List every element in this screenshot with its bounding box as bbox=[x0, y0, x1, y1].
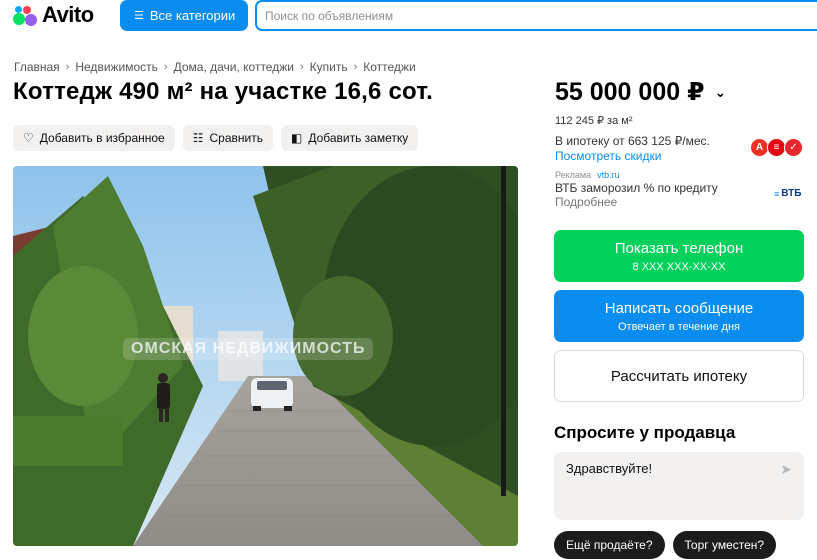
breadcrumb-item[interactable]: Коттеджи bbox=[363, 60, 415, 74]
ad-text: ВТБ заморозил % по кредиту bbox=[555, 181, 718, 195]
avito-logo[interactable]: Avito bbox=[12, 2, 94, 28]
seller-message-value: Здравствуйте! bbox=[566, 461, 653, 476]
compare-icon: ☷ bbox=[192, 131, 204, 145]
search-placeholder: Поиск по объявлениям bbox=[265, 8, 394, 23]
ad-more-link[interactable]: Подробнее bbox=[555, 195, 718, 209]
breadcrumb: Главная › Недвижимость › Дома, дачи, кот… bbox=[14, 60, 416, 74]
breadcrumb-item[interactable]: Купить bbox=[310, 60, 348, 74]
show-phone-label: Показать телефон bbox=[614, 239, 744, 257]
compare-button[interactable]: ☷ Сравнить bbox=[182, 125, 273, 151]
masked-phone: 8 XXX XXX-XX-XX bbox=[632, 260, 726, 273]
add-note-button[interactable]: ◧ Добавить заметку bbox=[280, 125, 419, 151]
response-time: Отвечает в течение дня bbox=[617, 320, 741, 333]
ad-label-text: Реклама bbox=[555, 170, 592, 180]
chevron-right-icon: › bbox=[353, 61, 358, 73]
chevron-right-icon: › bbox=[163, 61, 168, 73]
send-icon[interactable]: ➤ bbox=[780, 461, 792, 478]
quick-question-chip[interactable]: Торг уместен? bbox=[672, 531, 777, 559]
all-categories-button[interactable]: ☰ Все категории bbox=[120, 0, 248, 31]
vtb-stripes-icon: ≡ bbox=[774, 188, 780, 199]
listing-photo[interactable]: ОМСКАЯ НЕДВИЖИМОСТЬ bbox=[13, 166, 518, 546]
price-per-m2: 112 245 ₽ за м² bbox=[555, 115, 633, 127]
breadcrumb-item[interactable]: Недвижимость bbox=[75, 60, 158, 74]
seller-message-field[interactable]: Здравствуйте! ➤ bbox=[554, 452, 804, 520]
ad-source-link[interactable]: vtb.ru bbox=[597, 170, 620, 180]
ask-seller-heading: Спросите у продавца bbox=[554, 423, 736, 442]
quick-question-chip[interactable]: Ещё продаёте? bbox=[554, 531, 665, 559]
favorites-label: Добавить в избранное bbox=[39, 131, 165, 145]
breadcrumb-item[interactable]: Дома, дачи, коттеджи bbox=[174, 60, 294, 74]
ad-block[interactable]: ВТБ заморозил % по кредиту Подробнее bbox=[555, 181, 718, 209]
discounts-link[interactable]: Посмотреть скидки bbox=[555, 149, 710, 164]
bank-logo-icon: ✓ bbox=[784, 138, 803, 157]
breadcrumb-item[interactable]: Главная bbox=[14, 60, 60, 74]
compare-label: Сравнить bbox=[209, 131, 263, 145]
chevron-right-icon: › bbox=[65, 61, 70, 73]
listing-actions: ♡ Добавить в избранное ☷ Сравнить ◧ Доба… bbox=[13, 125, 419, 151]
add-to-favorites-button[interactable]: ♡ Добавить в избранное bbox=[13, 125, 175, 151]
all-categories-label: Все категории bbox=[149, 8, 236, 23]
price-value: 55 000 000 ₽ bbox=[555, 78, 705, 106]
page-title: Коттедж 490 м² на участке 16,6 сот. bbox=[13, 78, 433, 105]
chevron-down-icon: ⌄ bbox=[714, 83, 727, 100]
search-input[interactable]: Поиск по объявлениям bbox=[255, 0, 817, 31]
quick-questions: Ещё продаёте? Торг уместен? bbox=[554, 531, 777, 559]
write-message-button[interactable]: Написать сообщение Отвечает в течение дн… bbox=[554, 290, 804, 342]
calculate-mortgage-button[interactable]: Рассчитать ипотеку bbox=[554, 350, 804, 402]
mortgage-text: В ипотеку от 663 125 ₽/мес. bbox=[555, 134, 710, 148]
show-phone-button[interactable]: Показать телефон 8 XXX XXX-XX-XX bbox=[554, 230, 804, 282]
chevron-right-icon: › bbox=[299, 61, 304, 73]
vtb-logo: ≡ ВТБ bbox=[774, 188, 801, 199]
vtb-logo-text: ВТБ bbox=[781, 188, 802, 199]
top-header: Avito ☰ Все категории Поиск по объявлени… bbox=[0, 0, 817, 34]
bank-logos: А ≡ ✓ bbox=[750, 138, 803, 157]
note-icon: ◧ bbox=[290, 131, 303, 145]
ad-label: Реклама vtb.ru bbox=[555, 170, 620, 180]
logo-text: Avito bbox=[42, 2, 94, 27]
categories-icon: ☰ bbox=[134, 10, 144, 22]
price[interactable]: 55 000 000 ₽ ⌄ bbox=[555, 77, 726, 107]
heart-icon: ♡ bbox=[23, 131, 34, 145]
note-label: Добавить заметку bbox=[308, 131, 409, 145]
mortgage-info: В ипотеку от 663 125 ₽/мес. Посмотреть с… bbox=[555, 134, 710, 164]
calculate-mortgage-label: Рассчитать ипотеку bbox=[610, 367, 748, 385]
logo-dots-icon bbox=[12, 3, 38, 27]
write-message-label: Написать сообщение bbox=[604, 299, 754, 317]
photo-watermark: ОМСКАЯ НЕДВИЖИМОСТЬ bbox=[123, 338, 374, 360]
